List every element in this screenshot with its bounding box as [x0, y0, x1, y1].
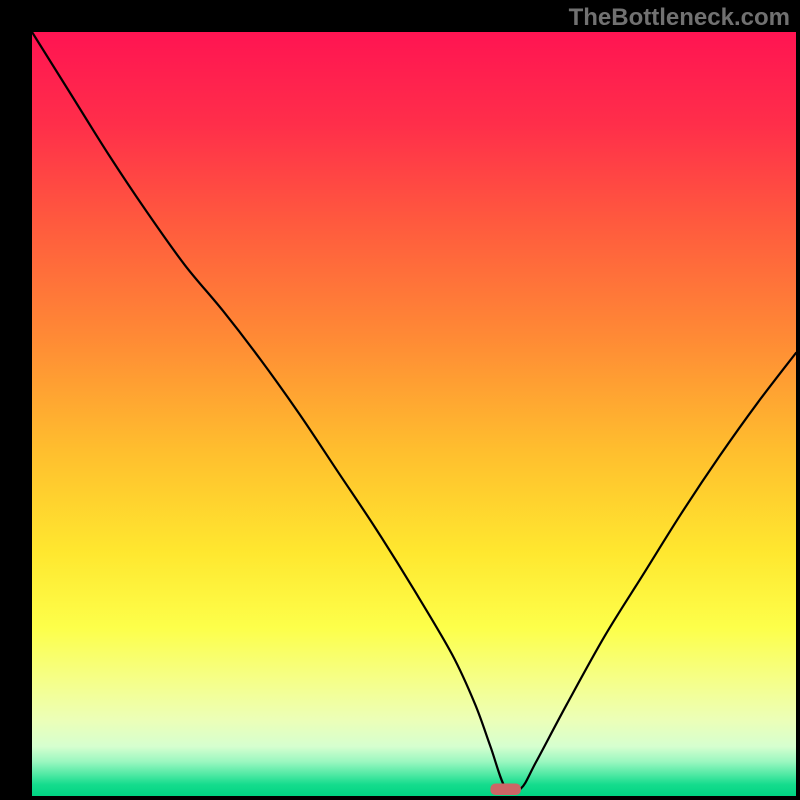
- optimum-marker: [490, 784, 521, 795]
- bottleneck-chart: [0, 0, 800, 800]
- chart-frame: TheBottleneck.com: [0, 0, 800, 800]
- gradient-background: [32, 32, 796, 796]
